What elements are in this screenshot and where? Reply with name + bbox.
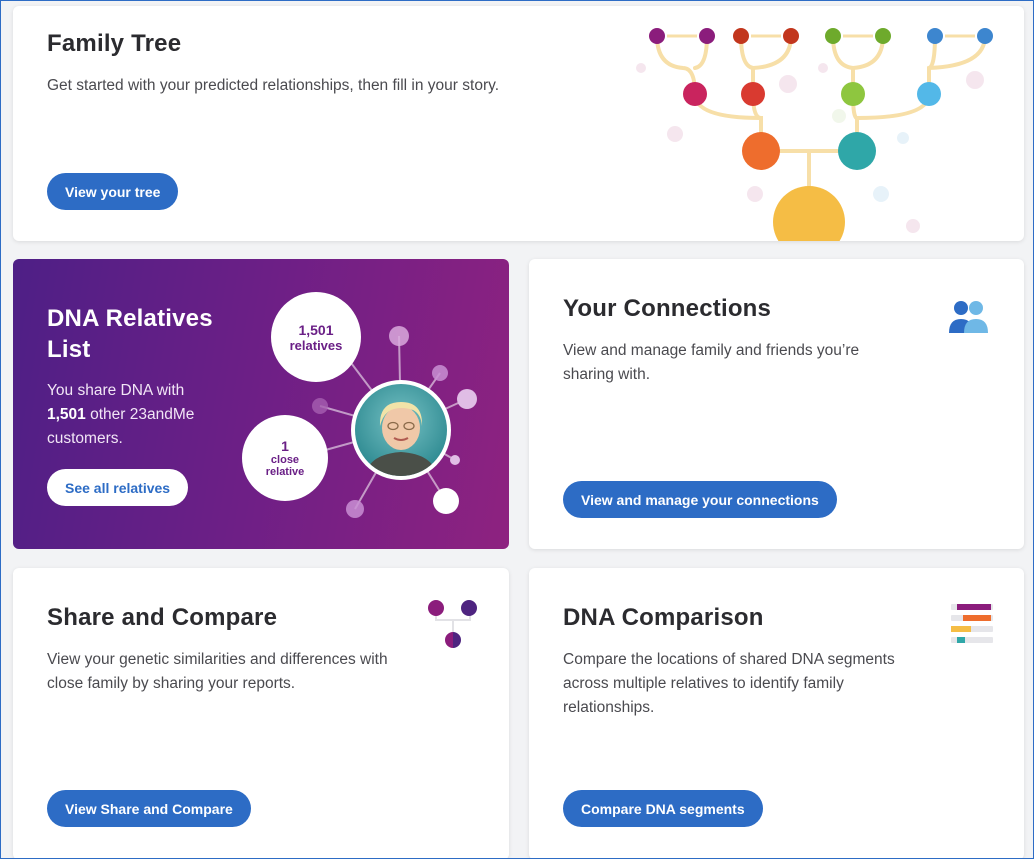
- family-tree-description: Get started with your predicted relation…: [47, 77, 500, 94]
- bubble-close-count: 1: [281, 438, 289, 454]
- desc-suffix: other 23andMe: [90, 406, 195, 423]
- desc-line3: customers.: [47, 430, 123, 447]
- bubble-close-label-2: relative: [265, 466, 305, 478]
- dna-comparison-title: DNA Comparison: [563, 604, 764, 631]
- bubble-close-label-1: close: [270, 454, 300, 466]
- page-frame: Family Tree Get started with your predic…: [0, 0, 1034, 859]
- compare-dna-segments-button[interactable]: Compare DNA segments: [563, 790, 763, 827]
- dna-relatives-title-line1: DNA Relatives: [47, 305, 213, 332]
- see-all-relatives-button[interactable]: See all relatives: [47, 469, 189, 506]
- people-icon: [949, 301, 988, 333]
- connections-card: Your Connections View and manage family …: [529, 259, 1024, 549]
- bubble-relatives-count: 1,501: [298, 321, 334, 338]
- family-tree-card: Family Tree Get started with your predic…: [13, 6, 1024, 241]
- portrait-photo: [355, 384, 447, 476]
- desc-prefix: You share DNA with: [47, 382, 185, 399]
- dna-segments-icon: [951, 604, 993, 643]
- user-avatar: [351, 380, 451, 480]
- share-compare-description: View your genetic similarities and diffe…: [47, 651, 388, 692]
- dna-comparison-description: Compare the locations of shared DNA segm…: [563, 651, 895, 716]
- dna-relatives-title-line2: List: [47, 336, 91, 363]
- share-compare-title: Share and Compare: [47, 604, 278, 631]
- connections-title: Your Connections: [563, 295, 772, 322]
- bubble-relatives-label: relatives: [289, 337, 343, 353]
- dna-relatives-title: DNA Relatives List: [47, 303, 213, 365]
- family-tree-title: Family Tree: [47, 30, 182, 57]
- dna-relatives-description: You share DNA with 1,501 other 23andMe c…: [47, 379, 237, 451]
- dna-comparison-card: DNA Comparison Compare the locations of …: [529, 568, 1024, 858]
- dna-relatives-card: DNA Relatives List You share DNA with 1,…: [13, 259, 509, 549]
- share-compare-card: Share and Compare View your genetic simi…: [13, 568, 509, 858]
- close-relative-bubble: 1 close relative: [242, 415, 328, 501]
- family-tree-illustration: [636, 28, 993, 241]
- relatives-count-bubble: 1,501 relatives: [271, 292, 361, 382]
- relatives-count: 1,501: [47, 406, 86, 423]
- tree-lines: [655, 34, 987, 203]
- share-compare-icon: [428, 600, 477, 648]
- view-share-compare-button[interactable]: View Share and Compare: [47, 790, 251, 827]
- view-manage-connections-button[interactable]: View and manage your connections: [563, 481, 837, 518]
- view-your-tree-button[interactable]: View your tree: [47, 173, 179, 210]
- connections-description: View and manage family and friends you’r…: [563, 342, 860, 383]
